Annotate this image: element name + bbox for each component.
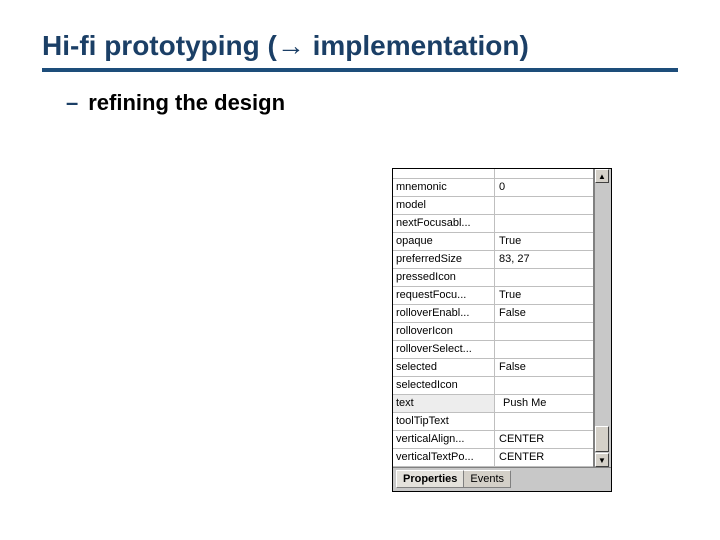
property-row[interactable]: minimumSize83, 27: [393, 169, 593, 179]
property-value[interactable]: [495, 413, 593, 430]
property-name: text: [393, 395, 495, 412]
property-value[interactable]: False: [495, 305, 593, 322]
property-name: pressedIcon: [393, 269, 495, 286]
property-row[interactable]: rolloverIcon: [393, 323, 593, 341]
property-row[interactable]: verticalTextPo...CENTER: [393, 449, 593, 467]
bullet-row: – refining the design: [66, 90, 678, 116]
scroll-up-button[interactable]: ▲: [595, 169, 609, 183]
property-value[interactable]: Push Me: [495, 395, 593, 412]
property-row[interactable]: opaqueTrue: [393, 233, 593, 251]
property-name: selectedIcon: [393, 377, 495, 394]
property-value[interactable]: [495, 377, 593, 394]
property-name: selected: [393, 359, 495, 376]
property-row[interactable]: selectedIcon: [393, 377, 593, 395]
property-value[interactable]: CENTER: [495, 449, 593, 466]
property-name: requestFocu...: [393, 287, 495, 304]
property-value[interactable]: [495, 269, 593, 286]
property-row[interactable]: rolloverSelect...: [393, 341, 593, 359]
property-value[interactable]: True: [495, 287, 593, 304]
property-name: nextFocusabl...: [393, 215, 495, 232]
property-value[interactable]: 0: [495, 179, 593, 196]
property-name: rolloverEnabl...: [393, 305, 495, 322]
property-name: model: [393, 197, 495, 214]
property-value[interactable]: [495, 215, 593, 232]
scroll-down-button[interactable]: ▼: [595, 453, 609, 467]
property-value[interactable]: [495, 341, 593, 358]
property-inspector: minimumSize83, 27mnemonic0modelnextFocus…: [392, 168, 612, 492]
property-row[interactable]: toolTipText: [393, 413, 593, 431]
property-row[interactable]: requestFocu...True: [393, 287, 593, 305]
property-value[interactable]: 83, 27: [495, 169, 593, 178]
tab-events[interactable]: Events: [463, 470, 511, 488]
property-value[interactable]: 83, 27: [495, 251, 593, 268]
property-name: verticalTextPo...: [393, 449, 495, 466]
property-name: mnemonic: [393, 179, 495, 196]
property-value[interactable]: CENTER: [495, 431, 593, 448]
property-name: rolloverIcon: [393, 323, 495, 340]
property-row[interactable]: rolloverEnabl...False: [393, 305, 593, 323]
property-row[interactable]: model: [393, 197, 593, 215]
property-name: verticalAlign...: [393, 431, 495, 448]
property-row[interactable]: mnemonic0: [393, 179, 593, 197]
property-row[interactable]: nextFocusabl...: [393, 215, 593, 233]
property-value[interactable]: [495, 323, 593, 340]
property-row[interactable]: preferredSize83, 27: [393, 251, 593, 269]
property-name: preferredSize: [393, 251, 495, 268]
property-row[interactable]: selectedFalse: [393, 359, 593, 377]
property-row[interactable]: pressedIcon: [393, 269, 593, 287]
property-name: minimumSize: [393, 169, 495, 178]
property-table: minimumSize83, 27mnemonic0modelnextFocus…: [393, 169, 594, 467]
property-name: rolloverSelect...: [393, 341, 495, 358]
property-value[interactable]: [495, 197, 593, 214]
property-row[interactable]: verticalAlign...CENTER: [393, 431, 593, 449]
property-row[interactable]: textPush Me: [393, 395, 593, 413]
property-name: opaque: [393, 233, 495, 250]
tab-properties[interactable]: Properties: [396, 470, 464, 488]
property-value[interactable]: False: [495, 359, 593, 376]
property-value[interactable]: True: [495, 233, 593, 250]
property-name: toolTipText: [393, 413, 495, 430]
tab-bar: Properties Events: [393, 467, 611, 491]
vertical-scrollbar[interactable]: ▲ ▼: [594, 169, 611, 467]
bullet-dash-icon: –: [66, 90, 78, 116]
bullet-text: refining the design: [88, 90, 285, 116]
scroll-thumb[interactable]: [595, 426, 609, 452]
title-underline: [42, 68, 678, 72]
slide-title: Hi-fi prototyping (→ implementation): [42, 30, 678, 62]
